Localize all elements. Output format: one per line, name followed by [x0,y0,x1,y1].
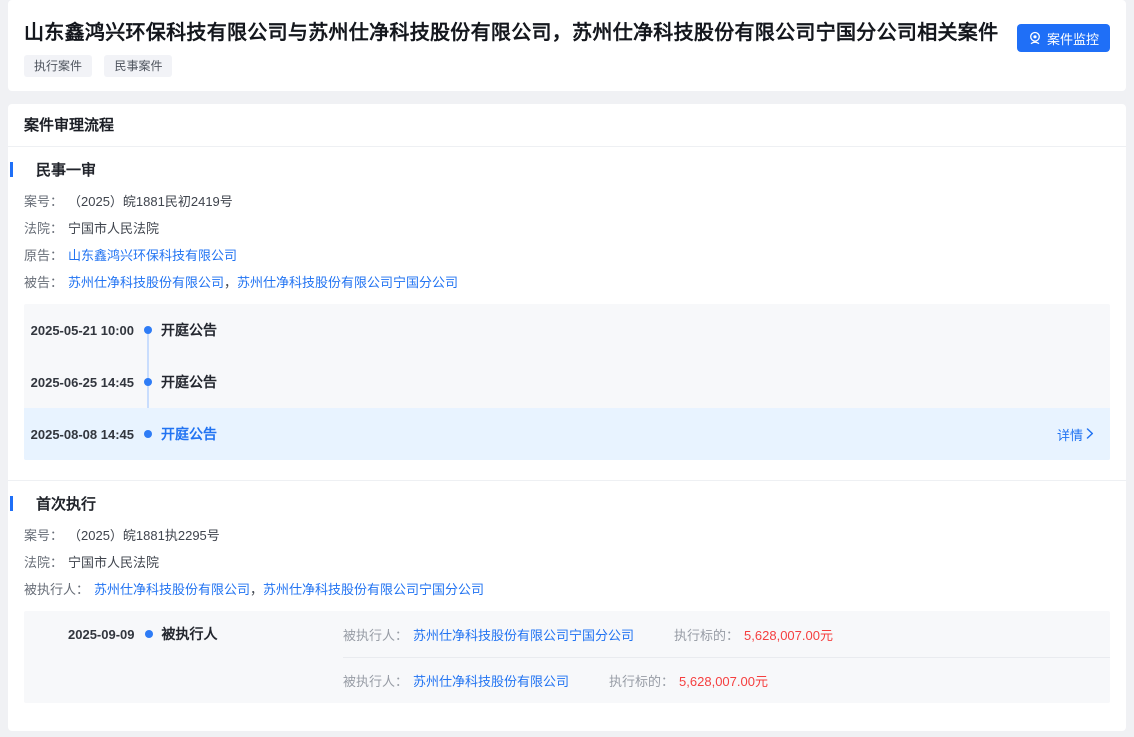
timeline-row: 2025-06-25 14:45 开庭公告 [24,356,1110,408]
page-title: 山东鑫鸿兴环保科技有限公司与苏州仕净科技股份有限公司，苏州仕净科技股份有限公司宁… [24,20,1006,46]
page: 山东鑫鸿兴环保科技有限公司与苏州仕净科技股份有限公司，苏州仕净科技股份有限公司宁… [0,0,1134,731]
section-divider [8,480,1126,481]
execution-entry: 被执行人： 苏州仕净科技股份有限公司 执行标的： 5,628,007.00元 [343,657,1110,703]
timeline-row: 2025-05-21 10:00 开庭公告 [24,304,1110,356]
timeline-dot-icon [144,326,152,334]
civil-section-header: 民事一审 [10,161,1110,177]
civil-section-title: 民事一审 [36,159,96,180]
tag-execution-case: 执行案件 [24,55,92,77]
execution-amount: 5,628,007.00元 [744,625,833,644]
field-case-number: 案号： （2025）皖1881民初2419号 [24,192,1110,208]
field-label: 法院： [24,552,63,571]
amount-label: 执行标的： [674,625,739,644]
defendant-company-link-2[interactable]: 苏州仕净科技股份有限公司宁国分公司 [237,272,458,291]
field-label: 案号： [24,525,63,544]
field-label: 案号： [24,191,63,210]
event-type: 开庭公告 [161,320,217,340]
field-plaintiff: 原告： 山东鑫鸿兴环保科技有限公司 [24,246,1110,262]
execution-event-box: 2025-09-09 被执行人 被执行人： 苏州仕净科技股份有限公司宁国分公司 … [24,611,1110,703]
execution-entries: 被执行人： 苏州仕净科技股份有限公司宁国分公司 执行标的： 5,628,007.… [343,611,1110,703]
monitor-icon [1028,31,1042,45]
section-accent-bar [10,162,13,177]
field-label: 被执行人： [24,579,89,598]
chevron-right-icon [1086,427,1094,442]
event-datetime: 2025-08-08 14:45 [24,427,134,442]
field-case-number: 案号： （2025）皖1881执2295号 [24,526,1110,542]
exec-section-header: 首次执行 [10,495,1110,511]
case-number-value: （2025）皖1881民初2419号 [68,191,233,210]
field-label: 原告： [24,245,63,264]
tag-civil-case: 民事案件 [104,55,172,77]
entry-company-link[interactable]: 苏州仕净科技股份有限公司宁国分公司 [413,625,634,644]
field-court: 法院： 宁国市人民法院 [24,553,1110,569]
execution-event-node: 2025-09-09 被执行人 [24,611,343,703]
section-civil-first-instance: 民事一审 案号： （2025）皖1881民初2419号 法院： 宁国市人民法院 … [8,161,1126,460]
timeline-dot-icon [144,430,152,438]
field-defendant: 被告： 苏州仕净科技股份有限公司 ， 苏州仕净科技股份有限公司宁国分公司 [24,273,1110,289]
event-type: 开庭公告 [161,372,217,392]
entry-label: 被执行人： [343,671,408,690]
section-first-execution: 首次执行 案号： （2025）皖1881执2295号 法院： 宁国市人民法院 被… [8,495,1126,703]
entry-label: 被执行人： [343,625,408,644]
event-datetime: 2025-06-25 14:45 [24,375,134,390]
case-monitor-button[interactable]: 案件监控 [1017,24,1110,52]
court-value: 宁国市人民法院 [68,552,159,571]
court-value: 宁国市人民法院 [68,218,159,237]
event-type: 开庭公告 [161,424,217,444]
field-court: 法院： 宁国市人民法院 [24,219,1110,235]
execution-amount: 5,628,007.00元 [679,671,768,690]
event-datetime: 2025-05-21 10:00 [24,323,134,338]
timeline-row-active: 2025-08-08 14:45 开庭公告 详情 [24,408,1110,460]
executee-company-link-2[interactable]: 苏州仕净科技股份有限公司宁国分公司 [263,579,484,598]
field-executee: 被执行人： 苏州仕净科技股份有限公司 ， 苏州仕净科技股份有限公司宁国分公司 [24,580,1110,596]
defendant-company-link-1[interactable]: 苏州仕净科技股份有限公司 [68,272,224,291]
detail-link[interactable]: 详情 [1057,425,1094,444]
exec-section-title: 首次执行 [36,493,96,514]
field-label: 法院： [24,218,63,237]
execution-entry: 被执行人： 苏州仕净科技股份有限公司宁国分公司 执行标的： 5,628,007.… [343,611,1110,657]
case-number-value: （2025）皖1881执2295号 [68,525,220,544]
event-date: 2025-09-09 [68,627,135,642]
section-accent-bar [10,496,13,511]
detail-link-label: 详情 [1057,425,1083,444]
separator: ， [224,272,237,291]
flow-header-title: 案件审理流程 [8,104,1126,147]
case-header-card: 山东鑫鸿兴环保科技有限公司与苏州仕净科技股份有限公司，苏州仕净科技股份有限公司宁… [8,0,1126,91]
amount-label: 执行标的： [609,671,674,690]
field-label: 被告： [24,272,63,291]
monitor-button-label: 案件监控 [1047,29,1099,48]
timeline-dot-icon [144,378,152,386]
timeline-dot-icon [145,630,153,638]
event-type: 被执行人 [162,624,218,644]
entry-company-link[interactable]: 苏州仕净科技股份有限公司 [413,671,569,690]
case-tags: 执行案件 民事案件 [24,55,1006,77]
plaintiff-company-link[interactable]: 山东鑫鸿兴环保科技有限公司 [68,245,237,264]
hearing-timeline: 2025-05-21 10:00 开庭公告 2025-06-25 14:45 开… [24,304,1110,460]
case-flow-card: 案件审理流程 民事一审 案号： （2025）皖1881民初2419号 法院： 宁… [8,104,1126,731]
separator: ， [250,579,263,598]
executee-company-link-1[interactable]: 苏州仕净科技股份有限公司 [94,579,250,598]
